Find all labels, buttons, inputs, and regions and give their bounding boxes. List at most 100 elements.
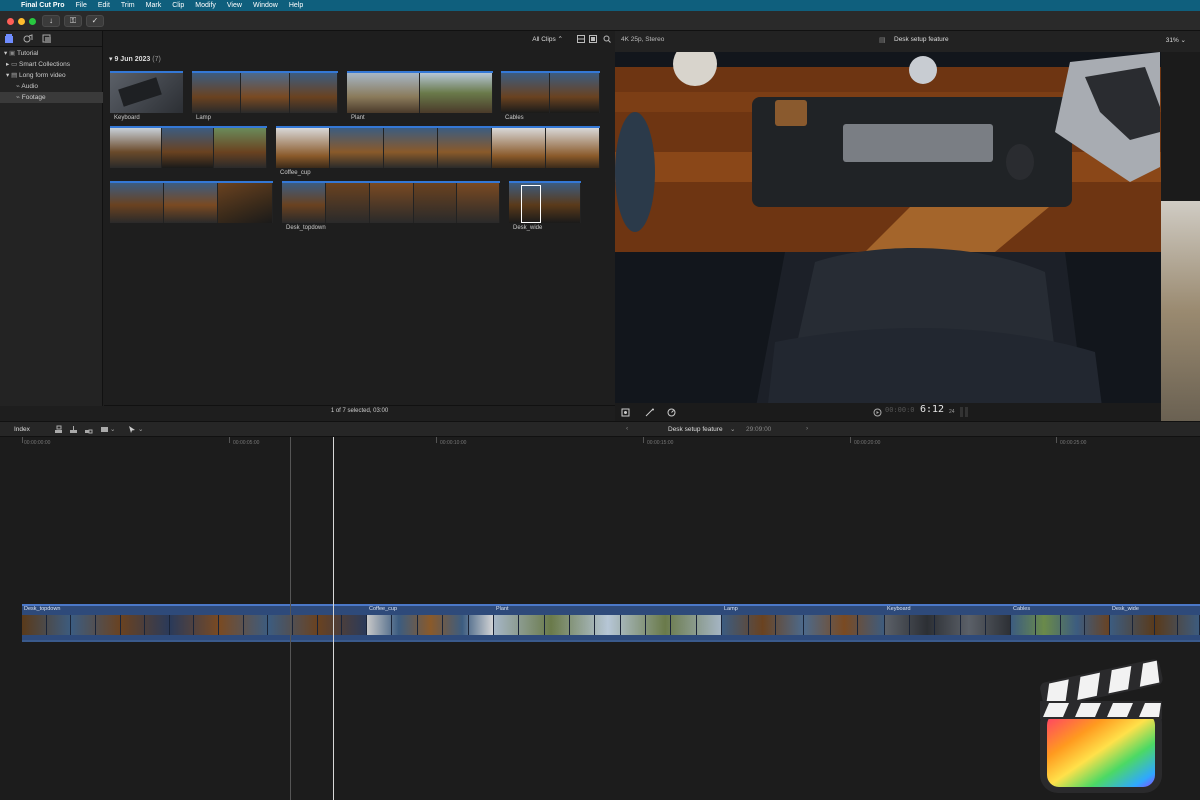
- timecode-prefix: 00:00:0: [885, 406, 915, 414]
- selection-range[interactable]: [521, 185, 541, 223]
- import-button[interactable]: ↓: [42, 15, 60, 27]
- photos-audio-tab-icon[interactable]: [23, 34, 33, 44]
- chevron-down-icon[interactable]: ⌄: [110, 425, 115, 433]
- search-icon[interactable]: [603, 35, 611, 43]
- timeline-clip-desk-wide[interactable]: Desk_wide: [1110, 604, 1200, 640]
- playhead[interactable]: [333, 437, 334, 800]
- ruler-tick-label: 00:00:10:00: [440, 440, 467, 446]
- menu-app-name[interactable]: Final Cut Pro: [21, 2, 65, 9]
- date-group-label: 9 Jun 2023: [114, 56, 151, 63]
- clip-name: Cables: [505, 115, 524, 121]
- clip-filter-popup[interactable]: All Clips ⌃: [532, 35, 563, 43]
- timeline-clip-label: Cables: [1013, 606, 1031, 612]
- sidebar-item-smart-collections[interactable]: ▸ ▭ Smart Collections: [0, 59, 103, 70]
- timecode-display: 6:12: [920, 404, 945, 415]
- clip-name: Desk_topdown: [286, 225, 326, 231]
- sidebar-item-tutorial[interactable]: ▾ ▣ Tutorial: [0, 48, 103, 59]
- browser-clip-row3-continuation[interactable]: [110, 181, 273, 223]
- browser-clip-plant[interactable]: [347, 71, 493, 113]
- transform-tool-icon[interactable]: [621, 408, 631, 417]
- index-button[interactable]: Index: [14, 426, 30, 433]
- append-clip-icon[interactable]: [84, 425, 93, 434]
- libraries-tab-icon[interactable]: [4, 34, 14, 44]
- history-forward-icon[interactable]: ›: [806, 425, 808, 432]
- zoom-window-button[interactable]: [29, 18, 36, 25]
- browser-clip-lamp[interactable]: [192, 71, 338, 113]
- viewer-format: 4K 25p, Stereo: [621, 36, 665, 43]
- browser-clip-coffee-cup[interactable]: [276, 126, 600, 168]
- audio-waveform-strip: [22, 640, 1200, 642]
- menu-clip[interactable]: Clip: [172, 2, 184, 9]
- chevron-down-icon[interactable]: ⌄: [138, 425, 143, 433]
- timeline-clip-label: Lamp: [724, 606, 738, 612]
- enhancements-wand-icon[interactable]: [645, 408, 655, 417]
- viewer-video-frame[interactable]: [615, 52, 1161, 430]
- connect-clip-icon[interactable]: [54, 425, 63, 434]
- menu-view[interactable]: View: [227, 2, 242, 9]
- disclosure-triangle-icon[interactable]: ▾: [4, 50, 7, 57]
- menu-edit[interactable]: Edit: [98, 2, 110, 9]
- play-button[interactable]: [873, 408, 882, 417]
- zoom-popup[interactable]: 31% ⌄: [1166, 36, 1186, 44]
- ruler-tick-label: 00:00:20:00: [854, 440, 881, 446]
- sidebar-item-audio[interactable]: ⌁ Audio: [0, 81, 103, 92]
- menu-mark[interactable]: Mark: [146, 2, 162, 9]
- select-tool-arrow-icon[interactable]: [128, 425, 137, 434]
- desk-topdown-frame-image: [615, 52, 1161, 430]
- disclosure-triangle-icon[interactable]: ▸: [6, 61, 9, 68]
- timeline-header: Index ⌄ ⌄ ‹ Desk setup feature ⌄ 29:09:0…: [0, 421, 1200, 437]
- date-group-count: (7): [152, 56, 161, 63]
- background-tasks-button[interactable]: ✓: [86, 15, 104, 27]
- timeline-project-name[interactable]: Desk setup feature: [668, 426, 723, 433]
- timeline-clip-cables[interactable]: Cables: [1011, 604, 1110, 640]
- timeline-area[interactable]: Desk_topdown Coffee_cup Plant Lamp Keybo…: [0, 437, 1200, 800]
- timeline-clip-coffee-cup[interactable]: Coffee_cup: [367, 604, 494, 640]
- browser-clip-keyboard[interactable]: [110, 71, 183, 113]
- timeline-project-icon: ▤: [879, 37, 886, 44]
- keywords-button[interactable]: ⚿: [64, 15, 82, 27]
- folder-icon: ▭: [11, 61, 18, 68]
- menu-help[interactable]: Help: [289, 2, 303, 9]
- timeline-clip-keyboard[interactable]: Keyboard: [885, 604, 1011, 640]
- sidebar-item-footage[interactable]: ⌁ Footage: [0, 92, 103, 103]
- timeline-clip-plant[interactable]: Plant: [494, 604, 722, 640]
- zoom-level: 31%: [1165, 37, 1179, 44]
- sidebar-item-long-form-video[interactable]: ▾ ▤ Long form video: [0, 70, 103, 81]
- keyword-icon: ⌁: [16, 94, 20, 101]
- key-icon: ⚿: [69, 16, 77, 25]
- viewer: 4K 25p, Stereo ▤ Desk setup feature 31% …: [615, 31, 1200, 568]
- timeline-clip-lamp[interactable]: Lamp: [722, 604, 885, 640]
- browser-clip-desk-wide[interactable]: [509, 181, 581, 223]
- close-window-button[interactable]: [7, 18, 14, 25]
- clip-name: Coffee_cup: [280, 170, 311, 176]
- chevron-down-icon[interactable]: ⌄: [730, 425, 735, 433]
- menu-trim[interactable]: Trim: [121, 2, 135, 9]
- date-group-header[interactable]: ▾ 9 Jun 2023 (7): [109, 55, 161, 63]
- menu-file[interactable]: File: [76, 2, 87, 9]
- browser-clip-row2-continuation[interactable]: [110, 126, 267, 168]
- filmstrip-view-icon[interactable]: [589, 35, 597, 43]
- toolbar: ↓ ⚿ ✓: [0, 11, 1200, 31]
- menu-bar: Final Cut Pro File Edit Trim Mark Clip M…: [0, 0, 1200, 11]
- menu-modify[interactable]: Modify: [195, 2, 216, 9]
- browser-clip-cables[interactable]: [501, 71, 600, 113]
- overwrite-clip-icon[interactable]: [100, 425, 109, 434]
- ruler-tick-label: 00:00:25:00: [1060, 440, 1087, 446]
- timeline-clip-label: Desk_wide: [1112, 606, 1139, 612]
- timeline-clip-desk-topdown[interactable]: Desk_topdown: [22, 604, 367, 640]
- disclosure-triangle-icon[interactable]: ▾: [109, 56, 113, 63]
- minimize-window-button[interactable]: [18, 18, 25, 25]
- timeline-ruler[interactable]: 00:00:00:00 00:00:05:00 00:00:10:00 00:0…: [0, 437, 1200, 449]
- keyword-icon: ⌁: [16, 83, 20, 90]
- insert-clip-icon[interactable]: [69, 425, 78, 434]
- playback-speed-icon[interactable]: [667, 408, 677, 417]
- viewer-header: 4K 25p, Stereo ▤ Desk setup feature 31% …: [615, 31, 1200, 52]
- history-back-icon[interactable]: ‹: [626, 425, 628, 432]
- sidebar-item-label: Footage: [21, 94, 46, 101]
- clip-appearance-icon[interactable]: [577, 35, 585, 43]
- browser-clip-desk-topdown[interactable]: [282, 181, 500, 223]
- disclosure-triangle-icon[interactable]: ▾: [6, 72, 9, 79]
- viewer-project-title: Desk setup feature: [894, 36, 949, 43]
- titles-generators-tab-icon[interactable]: [42, 34, 52, 44]
- menu-window[interactable]: Window: [253, 2, 278, 9]
